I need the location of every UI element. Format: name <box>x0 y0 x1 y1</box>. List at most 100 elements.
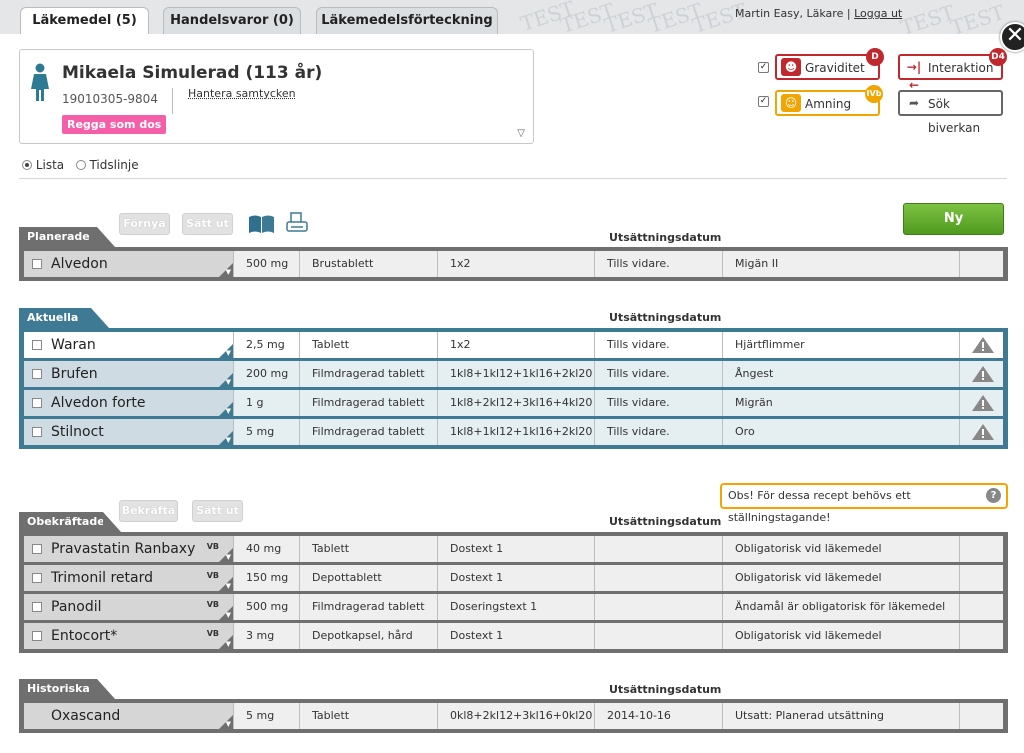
dosage-cell: 1x2 <box>437 332 594 358</box>
drug-name-cell[interactable]: Trimonil retard VB ▼ <box>24 565 233 591</box>
drug-name-cell[interactable]: Alvedon forte ▼ <box>24 390 233 416</box>
main-panel: Mikaela Simulerad (113 år) 19010305-9804… <box>0 34 1024 753</box>
drug-name: Brufen <box>51 366 98 382</box>
ny-ordination-button[interactable]: Ny ordination <box>903 203 1004 256</box>
action-cell <box>959 251 1003 277</box>
table-row[interactable]: Entocort* VB ▼ 3 mg Depotkapsel, hård Do… <box>24 623 1003 649</box>
column-header-utsattningsdatum: Utsättningsdatum <box>609 311 722 324</box>
radio-lista[interactable] <box>22 160 32 170</box>
table-row[interactable]: Pravastatin Ranbaxy VB ▼ 40 mg Tablett D… <box>24 536 1003 562</box>
drug-name-cell[interactable]: Alvedon ▼ <box>24 251 233 277</box>
row-checkbox[interactable] <box>32 398 42 408</box>
reason-cell: Obligatorisk vid läkemedel <box>722 536 959 562</box>
bekrafta-button[interactable]: Bekräfta <box>119 500 178 522</box>
drug-name-cell[interactable]: Pravastatin Ranbaxy VB ▼ <box>24 536 233 562</box>
section-historiska: Oxascand ▼ 5 mg Tablett 0kl8+2kl12+3kl16… <box>19 699 1008 733</box>
reason-cell: Obligatorisk vid läkemedel <box>722 623 959 649</box>
action-cell <box>959 565 1003 591</box>
row-checkbox[interactable] <box>32 602 42 612</box>
form-cell: Tablett <box>299 536 437 562</box>
warning-icon[interactable] <box>971 365 995 383</box>
reason-cell: Ändamål är obligatorisk för läkemedel <box>722 594 959 620</box>
sok-biverkan-button[interactable]: ➦ Sök biverkan <box>898 90 1003 135</box>
drug-name-cell[interactable]: Panodil VB ▼ <box>24 594 233 620</box>
drug-name: Trimonil retard <box>51 570 153 586</box>
chevron-down-icon[interactable]: ▼ <box>226 407 231 415</box>
drug-name-cell[interactable]: Brufen ▼ <box>24 361 233 387</box>
row-checkbox[interactable] <box>32 259 42 269</box>
warning-icon[interactable] <box>971 394 995 412</box>
section-aktuella: Waran ▼ 2,5 mg Tablett 1x2 Tills vidare.… <box>19 328 1008 449</box>
row-checkbox[interactable] <box>32 340 42 350</box>
action-cell <box>959 623 1003 649</box>
graviditet-checkbox[interactable]: ✓ <box>758 62 769 73</box>
reason-cell: Migän II <box>722 251 959 277</box>
radio-tidslinje[interactable] <box>75 160 86 170</box>
logout-link[interactable]: Logga ut <box>854 7 902 20</box>
end-date-cell: Tills vidare. <box>594 251 722 277</box>
fornya-button[interactable]: Förnya <box>119 213 170 235</box>
chevron-down-icon[interactable]: ▼ <box>226 720 231 728</box>
row-checkbox[interactable] <box>32 427 42 437</box>
table-row[interactable]: Panodil VB ▼ 500 mg Filmdragerad tablett… <box>24 594 1003 620</box>
drug-name-cell[interactable]: Waran ▼ <box>24 332 233 358</box>
vb-badge: VB <box>206 571 219 580</box>
satt-ut-button[interactable]: Sätt ut <box>182 213 233 235</box>
action-cell <box>959 536 1003 562</box>
form-cell: Brustablett <box>299 251 437 277</box>
close-icon[interactable]: ✕ <box>1000 22 1024 52</box>
row-checkbox[interactable] <box>32 544 42 554</box>
row-checkbox[interactable] <box>32 369 42 379</box>
tab-lakemedelsforteckning[interactable]: Läkemedelsförteckning <box>316 7 498 34</box>
row-checkbox[interactable] <box>32 631 42 641</box>
table-row[interactable]: Alvedon ▼ 500 mg Brustablett 1x2 Tills v… <box>24 251 1003 277</box>
graviditet-button[interactable]: ☻ Graviditet <box>775 54 880 80</box>
amning-badge: IVb <box>865 85 883 103</box>
dose-cell: 150 mg <box>233 565 299 591</box>
chevron-down-icon[interactable]: ▼ <box>226 436 231 444</box>
action-cell <box>959 594 1003 620</box>
end-date-cell <box>594 594 722 620</box>
drug-name-cell[interactable]: Stilnoct ▼ <box>24 419 233 445</box>
row-checkbox[interactable] <box>32 573 42 583</box>
breastfeeding-icon: ☺ <box>781 94 801 112</box>
end-date-cell: Tills vidare. <box>594 332 722 358</box>
interaktion-button[interactable]: →|← Interaktion <box>898 54 1003 92</box>
help-icon[interactable]: ? <box>986 488 1001 503</box>
action-cell <box>959 703 1003 729</box>
chevron-down-icon[interactable]: ▼ <box>226 582 231 590</box>
chevron-down-icon[interactable]: ▼ <box>226 268 231 276</box>
expand-icon[interactable]: ▽ <box>517 128 525 139</box>
patient-card: Mikaela Simulerad (113 år) 19010305-9804… <box>19 49 534 144</box>
table-row[interactable]: Oxascand ▼ 5 mg Tablett 0kl8+2kl12+3kl16… <box>24 703 1003 729</box>
register-dos-button[interactable]: Regga som dos <box>62 115 167 134</box>
table-row[interactable]: Brufen ▼ 200 mg Filmdragerad tablett 1kl… <box>24 361 1003 387</box>
drug-name-cell[interactable]: Oxascand ▼ <box>24 703 233 729</box>
drug-name-cell[interactable]: Entocort* VB ▼ <box>24 623 233 649</box>
amning-checkbox[interactable]: ✓ <box>758 96 769 107</box>
chevron-down-icon[interactable]: ▼ <box>226 611 231 619</box>
chevron-down-icon[interactable]: ▼ <box>226 640 231 648</box>
chevron-down-icon[interactable]: ▼ <box>226 378 231 386</box>
chevron-down-icon[interactable]: ▼ <box>226 349 231 357</box>
tab-handelsvaror[interactable]: Handelsvaror (0) <box>163 7 301 34</box>
drug-name: Entocort* <box>51 628 118 644</box>
tab-lakemedel[interactable]: Läkemedel (5) <box>20 7 149 34</box>
end-date-cell <box>594 565 722 591</box>
table-row[interactable]: Stilnoct ▼ 5 mg Filmdragerad tablett 1kl… <box>24 419 1003 445</box>
end-date-cell: 2014-10-16 <box>594 703 722 729</box>
warning-icon[interactable] <box>971 336 995 354</box>
table-row[interactable]: Trimonil retard VB ▼ 150 mg Depottablett… <box>24 565 1003 591</box>
satt-ut-button-2[interactable]: Sätt ut <box>192 500 243 522</box>
manage-consent-link[interactable]: Hantera samtycken <box>188 87 296 100</box>
dosage-cell: Dostext 1 <box>437 623 594 649</box>
table-row[interactable]: Alvedon forte ▼ 1 g Filmdragerad tablett… <box>24 390 1003 416</box>
warning-icon[interactable] <box>971 423 995 441</box>
dose-cell: 1 g <box>233 390 299 416</box>
book-icon[interactable] <box>248 214 275 234</box>
form-cell: Tablett <box>299 332 437 358</box>
print-icon[interactable] <box>285 211 309 235</box>
drug-name: Pravastatin Ranbaxy <box>51 541 196 557</box>
chevron-down-icon[interactable]: ▼ <box>226 553 231 561</box>
table-row[interactable]: Waran ▼ 2,5 mg Tablett 1x2 Tills vidare.… <box>22 330 1005 360</box>
